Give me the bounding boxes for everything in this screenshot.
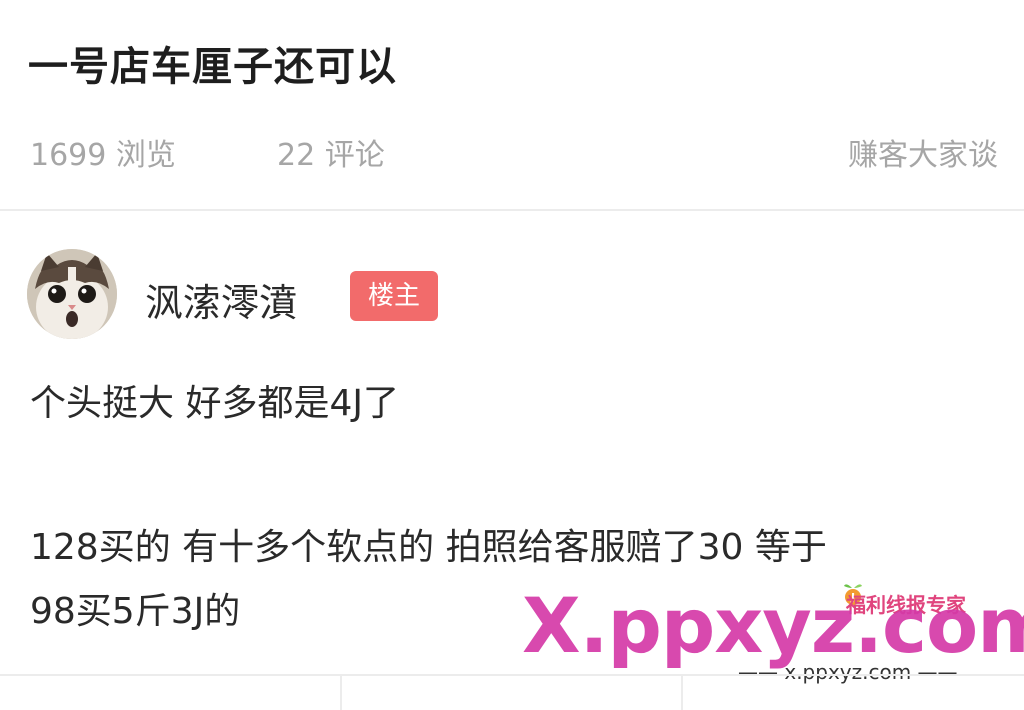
author-name[interactable]: 沨溹澪濆 <box>145 272 297 327</box>
cat-avatar-icon <box>27 249 117 339</box>
op-badge: 楼主 <box>350 271 438 321</box>
post-title: 一号店车厘子还可以 <box>28 44 397 90</box>
comment-count[interactable]: 22 评论 <box>277 130 385 174</box>
action-bar-separator <box>340 676 342 710</box>
forum-section-link[interactable]: 赚客大家谈 <box>848 130 998 174</box>
avatar[interactable] <box>27 249 117 339</box>
post-content-line: 个头挺大 好多都是4J了 <box>30 383 399 424</box>
action-bar-separator <box>681 676 683 710</box>
view-count: 1699 浏览 <box>30 138 176 173</box>
watermark-logo: X.ppxyz.com <box>522 581 1024 670</box>
header-divider <box>0 209 1024 211</box>
post-content-line: 98买5斤3J的 <box>30 591 241 632</box>
post-content-line: 128买的 有十多个软点的 拍照给客服赔了30 等于 <box>30 527 827 568</box>
post-page: 一号店车厘子还可以 1699 浏览 22 评论 赚客大家谈 沨溹澪濆 楼主 个头… <box>0 0 1024 710</box>
action-bar <box>0 674 1024 710</box>
